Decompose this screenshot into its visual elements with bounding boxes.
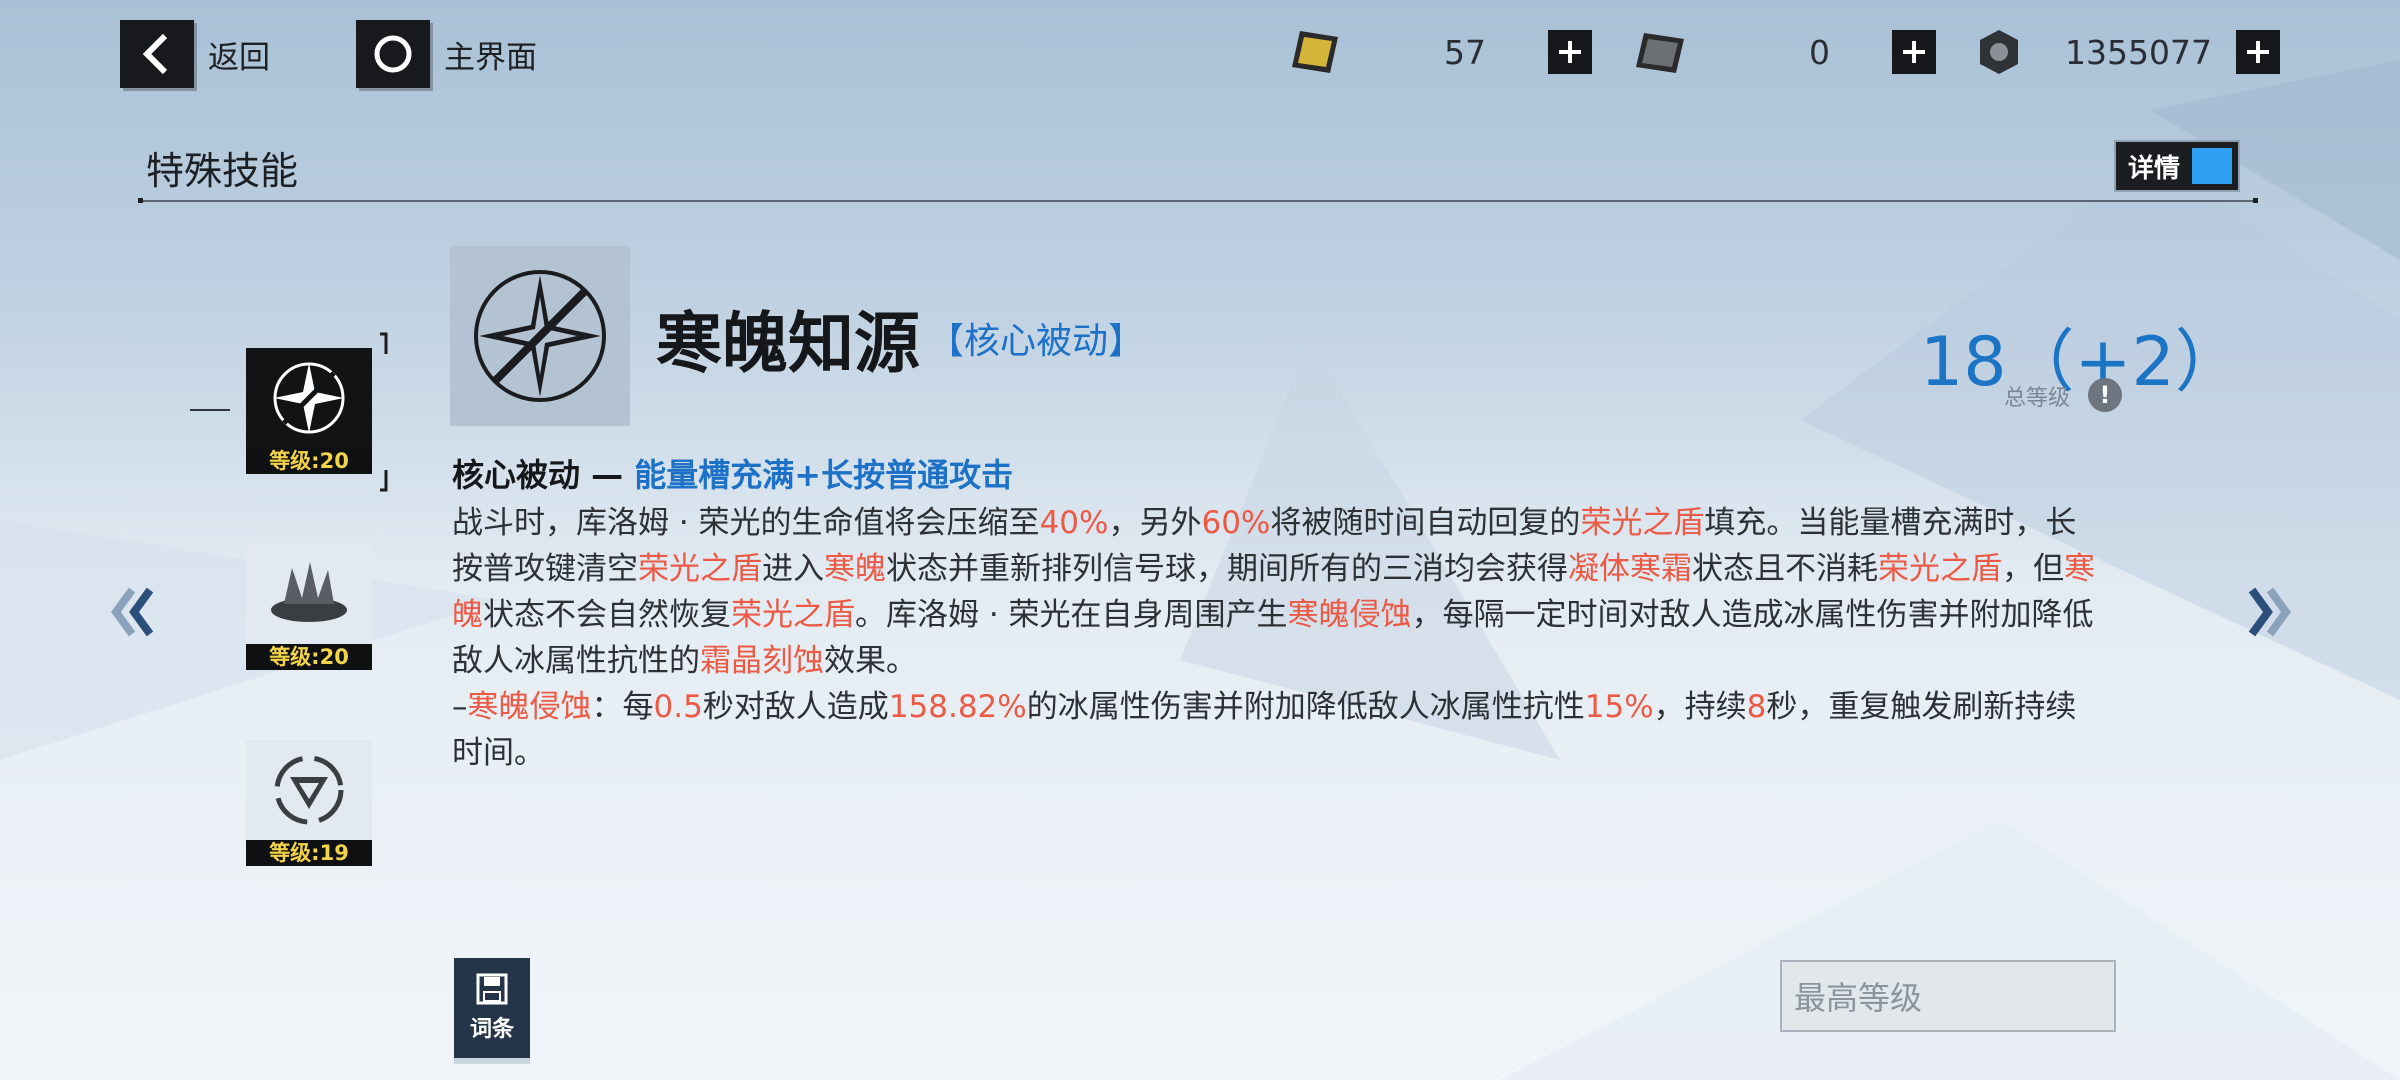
add-gear-coin-button[interactable] xyxy=(2236,30,2280,74)
desc-highlight: 寒魄侵蚀 xyxy=(467,689,592,725)
save-disk-icon xyxy=(476,973,508,1005)
desc-highlight: 寒魄 xyxy=(824,551,886,587)
total-level-caption: 总等级 xyxy=(2004,386,2071,411)
gear-coin-icon xyxy=(1980,30,2018,74)
skill-subtitle: 核心被动 — 能量槽充满+长按普通攻击 xyxy=(452,450,1013,496)
desc-text: 秒对敌人造成 xyxy=(702,689,889,725)
desc-text: 。库洛姆 · 荣光在自身周围产生 xyxy=(855,597,1288,633)
resource-gear-coin: 1355077 xyxy=(1974,26,2280,78)
desc-text: 状态且不消耗 xyxy=(1692,551,1878,587)
add-dark-ticket-button[interactable] xyxy=(1892,30,1936,74)
subtitle-prefix: 核心被动 — xyxy=(452,456,635,494)
desc-highlight: 40% xyxy=(1039,505,1109,541)
skill-type: 【核心被动】 xyxy=(928,321,1145,362)
back-button[interactable]: 返回 xyxy=(120,20,270,88)
desc-text: ，持续 xyxy=(1653,689,1747,725)
desc-text: 将被随时间自动回复的 xyxy=(1270,505,1581,541)
frost-star-icon xyxy=(246,348,372,448)
detail-toggle-label: 详情 xyxy=(2128,153,2181,184)
desc-highlight: 寒魄侵蚀 xyxy=(1287,597,1412,633)
desc-text: ：每 xyxy=(591,689,654,725)
desc-highlight: 荣光之盾 xyxy=(1878,551,2002,587)
desc-text: 状态不会自然恢复 xyxy=(483,597,731,633)
dark-ticket-count: 0 xyxy=(1809,32,1830,72)
desc-text: 状态并重新排列信号球，期间所有的三消均会获得 xyxy=(886,551,1568,587)
desc-highlight: 荣光之盾 xyxy=(731,597,855,633)
back-arrow-icon xyxy=(120,20,194,88)
skill-description: 战斗时，库洛姆 · 荣光的生命值将会压缩至40%，另外60%将被随时间自动回复的… xyxy=(452,500,2102,776)
desc-text: ，但 xyxy=(2002,551,2064,587)
desc-highlight: 荣光之盾 xyxy=(1580,505,1705,541)
desc-text: 的冰属性伤害并附加降低敌人冰属性抗性 xyxy=(1026,689,1585,725)
desc-highlight: 0.5 xyxy=(653,689,703,725)
skill-main-icon xyxy=(450,246,630,426)
entry-button[interactable]: 词条 xyxy=(454,958,530,1058)
home-label: 主界面 xyxy=(444,39,537,76)
desc-text: ，另外 xyxy=(1108,505,1202,541)
subtitle-highlight: 能量槽充满+长按普通攻击 xyxy=(634,456,1014,494)
total-level-value: 18（+2） xyxy=(1920,323,2243,402)
header-divider xyxy=(138,198,2258,203)
prev-page-arrow-icon[interactable] xyxy=(102,582,158,655)
max-level-label: 最高等级 xyxy=(1794,979,1923,1017)
skill-slot-2[interactable]: 等级:20 xyxy=(246,544,372,670)
desc-text: 战斗时，库洛姆 · 荣光的生命值将会压缩至 xyxy=(452,505,1040,541)
gear-coin-count: 1355077 xyxy=(2065,32,2212,72)
desc-highlight: 158.82% xyxy=(888,689,1027,725)
desc-text: – xyxy=(452,689,468,725)
skill-name: 寒魄知源 xyxy=(656,305,920,382)
desc-highlight: 霜晶刻蚀 xyxy=(700,643,824,679)
desc-text: 效果。 xyxy=(824,643,917,679)
desc-highlight: 60% xyxy=(1201,505,1271,541)
desc-highlight: 凝体寒霜 xyxy=(1568,551,1692,587)
desc-text: 进入 xyxy=(762,551,824,587)
skill-level-label: 等级:19 xyxy=(246,840,372,866)
description-paragraph-1: 战斗时，库洛姆 · 荣光的生命值将会压缩至40%，另外60%将被随时间自动回复的… xyxy=(452,500,2102,684)
skill-level-label: 等级:20 xyxy=(246,448,372,474)
home-circle-icon xyxy=(356,20,430,88)
skill-level-label: 等级:20 xyxy=(246,644,372,670)
add-gold-ticket-button[interactable] xyxy=(1548,30,1592,74)
desc-highlight: 8 xyxy=(1746,689,1767,725)
frost-star-icon xyxy=(474,270,606,402)
back-label: 返回 xyxy=(208,39,270,76)
section-title: 特殊技能 xyxy=(146,149,299,193)
max-level-button[interactable]: 最高等级 xyxy=(1780,960,2116,1032)
resource-dark-ticket: 0 xyxy=(1630,26,1936,78)
info-icon[interactable]: ! xyxy=(2088,378,2122,412)
gold-ticket-icon xyxy=(1292,31,1338,73)
home-button[interactable]: 主界面 xyxy=(356,20,537,88)
dark-ticket-icon xyxy=(1636,33,1684,73)
desc-highlight: 荣光之盾 xyxy=(638,551,762,587)
entry-label: 词条 xyxy=(469,1017,514,1042)
skill-slot-3[interactable]: 等级:19 xyxy=(246,740,372,866)
toggle-switch xyxy=(2192,148,2232,184)
resource-gold-ticket: 57 xyxy=(1286,26,1592,78)
desc-highlight: 15% xyxy=(1584,689,1654,725)
ice-burst-icon xyxy=(246,544,372,644)
description-paragraph-2: –寒魄侵蚀：每0.5秒对敌人造成158.82%的冰属性伤害并附加降低敌人冰属性抗… xyxy=(452,684,2102,776)
detail-toggle[interactable]: 详情 xyxy=(2114,140,2240,192)
skill-slot-core-passive[interactable]: 等级:20 xyxy=(246,348,372,474)
next-page-arrow-icon[interactable] xyxy=(2244,582,2300,655)
gold-ticket-count: 57 xyxy=(1444,32,1486,72)
triangle-ring-icon xyxy=(246,740,372,840)
